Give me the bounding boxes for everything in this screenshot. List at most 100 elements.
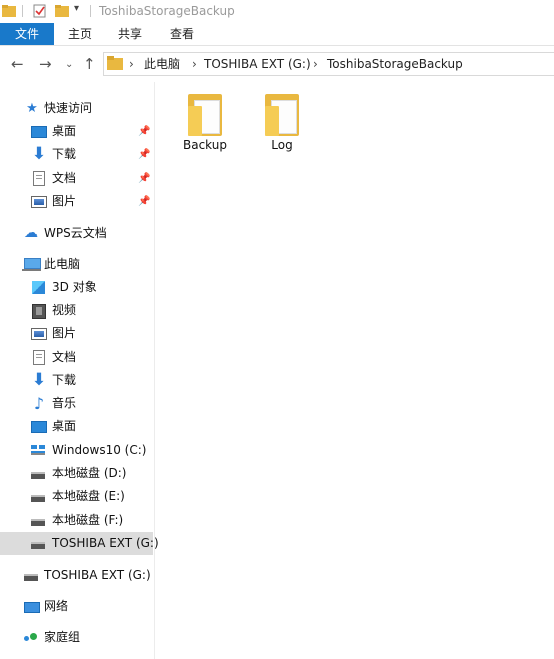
sidebar-item-downloads-pc[interactable]: ⬇ 下载 <box>0 369 153 392</box>
sidebar-item-drive-c[interactable]: Windows10 (C:) <box>0 439 153 462</box>
sidebar-item-label: 下载 <box>52 373 77 387</box>
sidebar-item-wps[interactable]: ☁ WPS云文档 <box>0 222 153 245</box>
sidebar-item-label: 本地磁盘 (F:) <box>52 513 124 527</box>
folder-icon <box>188 94 222 136</box>
breadcrumb-chevron-icon[interactable]: › <box>313 53 318 75</box>
drive-icon <box>31 495 45 502</box>
video-icon <box>32 304 46 319</box>
sidebar-item-label: 图片 <box>52 326 77 340</box>
sidebar-item-label: 下载 <box>52 147 77 161</box>
title-bar: ▾ ToshibaStorageBackup <box>0 0 554 23</box>
pin-icon: 📌 <box>138 196 151 207</box>
sidebar-item-quick-access[interactable]: ★ 快速访问 <box>0 97 153 120</box>
folder-label: Log <box>271 138 293 152</box>
picture-icon <box>31 196 47 208</box>
download-icon: ⬇ <box>31 144 47 164</box>
divider <box>90 5 91 17</box>
divider <box>22 5 23 17</box>
tab-home[interactable]: 主页 <box>58 23 102 45</box>
sidebar-item-label: 视频 <box>52 303 77 317</box>
sidebar-item-label: 3D 对象 <box>52 280 97 294</box>
sidebar-item-videos[interactable]: 视频 <box>0 299 153 322</box>
sidebar-item-label: 此电脑 <box>44 257 81 271</box>
sidebar-item-label: WPS云文档 <box>44 226 107 240</box>
ribbon-tabs: 文件 主页 共享 查看 <box>0 23 554 46</box>
sidebar-item-documents[interactable]: 文档 📌 <box>0 167 153 190</box>
drive-icon <box>31 519 45 526</box>
homegroup-icon <box>23 630 38 645</box>
sidebar-item-label: 网络 <box>44 599 69 613</box>
sidebar-item-drive-g[interactable]: TOSHIBA EXT (G:) <box>0 532 159 555</box>
forward-arrow-icon[interactable]: → <box>39 55 52 73</box>
star-icon: ★ <box>26 101 38 116</box>
sidebar-item-label: TOSHIBA EXT (G:) <box>52 536 159 550</box>
breadcrumb-drive[interactable]: TOSHIBA EXT (G:) <box>204 53 311 75</box>
address-bar[interactable]: › 此电脑 › TOSHIBA EXT (G:) › ToshibaStorag… <box>103 52 554 76</box>
folder-icon <box>107 56 123 70</box>
sidebar-item-homegroup[interactable]: 家庭组 <box>0 626 153 649</box>
tab-view[interactable]: 查看 <box>160 23 204 45</box>
sidebar-item-desktop-pc[interactable]: 桌面 <box>0 415 153 438</box>
sidebar-item-external-drive[interactable]: TOSHIBA EXT (G:) <box>0 564 153 587</box>
sidebar-item-label: 本地磁盘 (E:) <box>52 489 125 503</box>
drive-icon <box>24 574 38 581</box>
sidebar-item-label: 桌面 <box>52 419 77 433</box>
new-folder-icon[interactable] <box>55 4 69 18</box>
document-icon <box>33 171 45 186</box>
download-icon: ⬇ <box>31 370 47 390</box>
sidebar-item-label: Windows10 (C:) <box>52 443 147 457</box>
folder-item-backup[interactable]: Backup <box>170 90 240 160</box>
drive-icon <box>31 542 45 549</box>
sidebar-item-this-pc[interactable]: 此电脑 <box>0 253 153 276</box>
navigation-pane: ★ 快速访问 桌面 📌 ⬇ 下载 📌 文档 📌 图片 📌 ☁ WPS云文档 此电… <box>0 82 159 659</box>
sidebar-item-label: TOSHIBA EXT (G:) <box>44 568 151 582</box>
back-arrow-icon[interactable]: ← <box>11 55 24 73</box>
sidebar-item-music[interactable]: ♪ 音乐 <box>0 392 153 415</box>
sidebar-item-label: 本地磁盘 (D:) <box>52 466 127 480</box>
sidebar-item-network[interactable]: 网络 <box>0 595 153 618</box>
picture-icon <box>31 328 47 340</box>
cube-icon <box>32 281 45 294</box>
folder-icon <box>265 94 299 136</box>
recent-locations-icon[interactable]: ⌄ <box>65 56 73 74</box>
sidebar-item-documents-pc[interactable]: 文档 <box>0 346 153 369</box>
sidebar-item-desktop[interactable]: 桌面 📌 <box>0 120 153 143</box>
sidebar-item-label: 文档 <box>52 350 77 364</box>
sidebar-item-label: 音乐 <box>52 396 77 410</box>
window-title: ToshibaStorageBackup <box>99 4 235 18</box>
pin-icon: 📌 <box>138 149 151 160</box>
network-icon <box>24 602 40 613</box>
customize-toolbar-icon[interactable]: ▾ <box>74 3 79 14</box>
sidebar-item-drive-d[interactable]: 本地磁盘 (D:) <box>0 462 153 485</box>
pin-icon: 📌 <box>138 126 151 137</box>
sidebar-item-drive-f[interactable]: 本地磁盘 (F:) <box>0 509 153 532</box>
properties-icon[interactable] <box>33 4 47 18</box>
folder-label: Backup <box>183 138 227 152</box>
computer-icon <box>22 258 41 271</box>
cloud-icon: ☁ <box>24 225 38 241</box>
sidebar-item-label: 图片 <box>52 194 77 208</box>
sidebar-item-3d-objects[interactable]: 3D 对象 <box>0 276 153 299</box>
tab-file[interactable]: 文件 <box>0 23 54 45</box>
sidebar-item-label: 快速访问 <box>44 101 93 115</box>
breadcrumb-chevron-icon[interactable]: › <box>129 53 134 75</box>
folder-item-log[interactable]: Log <box>247 90 317 160</box>
sidebar-item-downloads[interactable]: ⬇ 下载 📌 <box>0 143 153 166</box>
sidebar-item-pictures-pc[interactable]: 图片 <box>0 322 153 345</box>
windows-drive-icon <box>31 445 45 455</box>
sidebar-item-label: 桌面 <box>52 124 77 138</box>
drive-icon <box>31 472 45 479</box>
sidebar-item-label: 文档 <box>52 171 77 185</box>
folder-icon <box>2 5 16 17</box>
breadcrumb-current-folder[interactable]: ToshibaStorageBackup <box>327 53 463 75</box>
sidebar-item-pictures[interactable]: 图片 📌 <box>0 190 153 213</box>
desktop-icon <box>31 126 47 138</box>
music-note-icon: ♪ <box>33 394 45 413</box>
pin-icon: 📌 <box>138 173 151 184</box>
desktop-icon <box>31 421 47 433</box>
up-arrow-icon[interactable]: ↑ <box>83 55 96 73</box>
sidebar-item-drive-e[interactable]: 本地磁盘 (E:) <box>0 485 153 508</box>
tab-share[interactable]: 共享 <box>108 23 152 45</box>
breadcrumb-chevron-icon[interactable]: › <box>192 53 197 75</box>
breadcrumb-this-pc[interactable]: 此电脑 <box>144 53 180 75</box>
